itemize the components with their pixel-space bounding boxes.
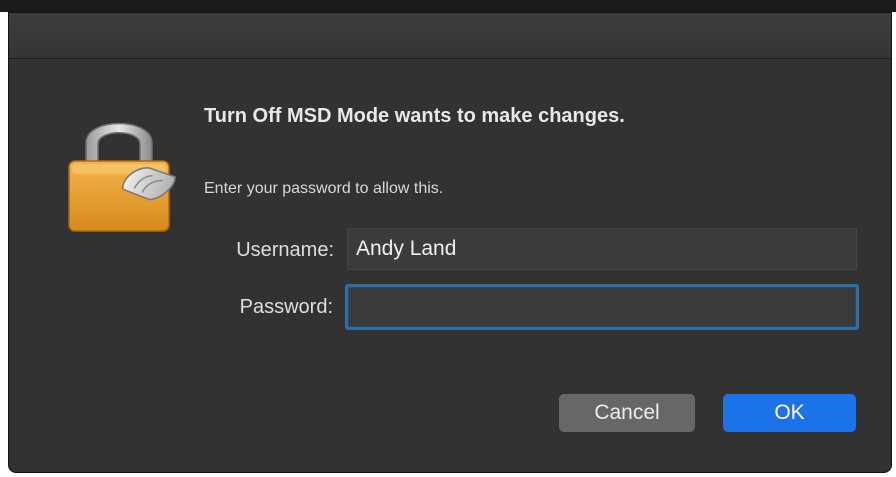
dialog-titlebar xyxy=(9,13,891,59)
window-top-strip xyxy=(0,0,896,12)
dialog-heading: Turn Off MSD Mode wants to make changes. xyxy=(204,105,625,127)
username-field[interactable] xyxy=(347,228,857,270)
authentication-dialog: Turn Off MSD Mode wants to make changes.… xyxy=(8,12,892,473)
password-label: Password: xyxy=(239,296,333,318)
dialog-subtext: Enter your password to allow this. xyxy=(204,180,444,197)
cancel-button[interactable]: Cancel xyxy=(559,394,695,432)
username-label: Username: xyxy=(236,239,334,261)
password-field[interactable] xyxy=(345,284,859,330)
padlock-with-script-icon xyxy=(59,103,179,243)
ok-button[interactable]: OK xyxy=(723,394,856,432)
